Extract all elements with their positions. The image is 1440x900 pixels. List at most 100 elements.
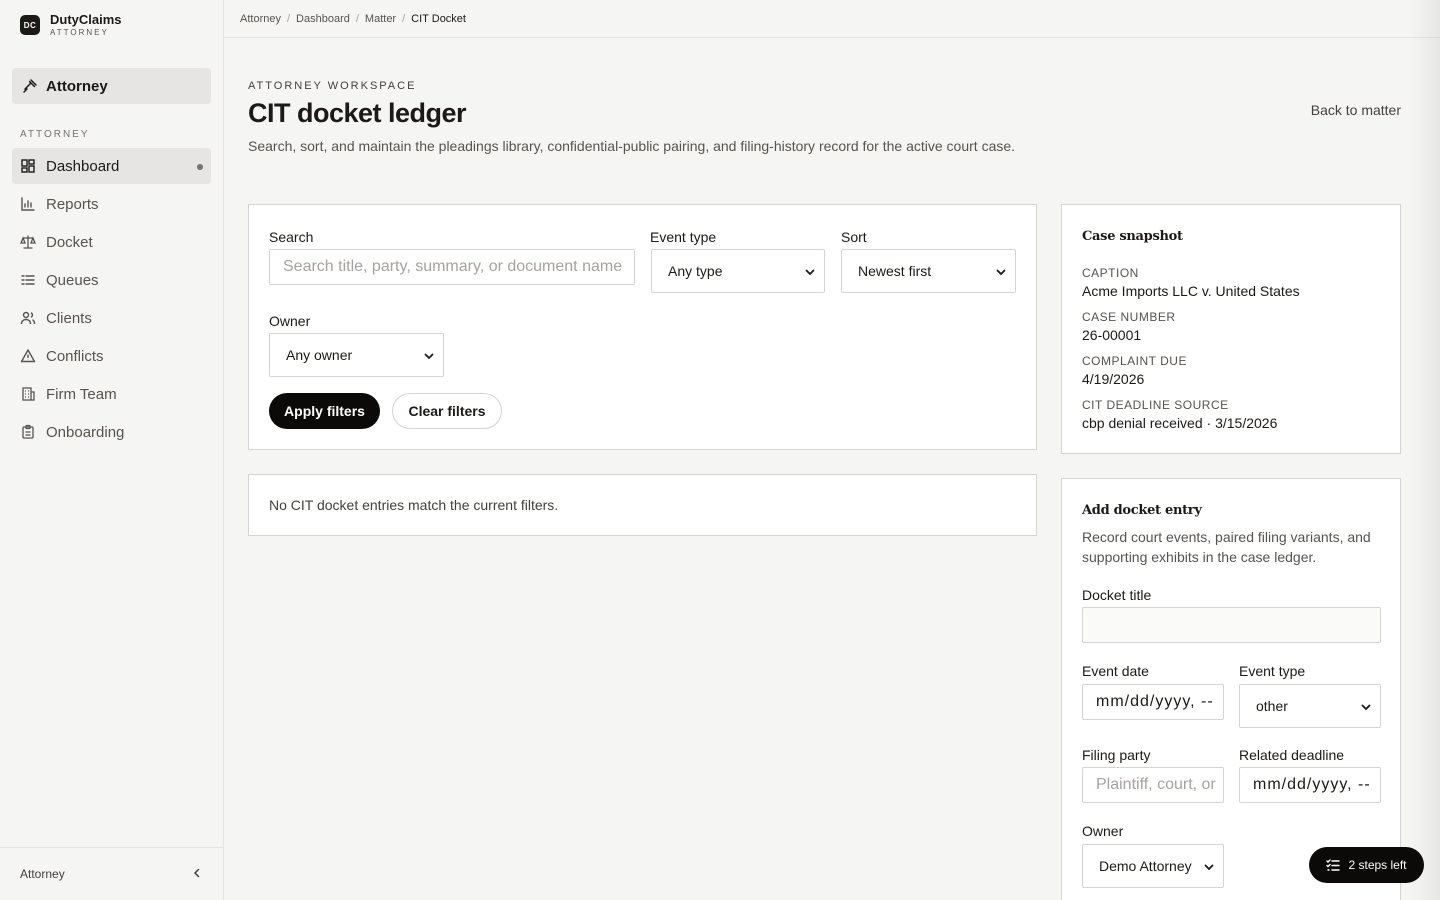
breadcrumb-separator: /	[402, 12, 406, 25]
complaint-due-key: COMPLAINT DUE	[1082, 354, 1187, 368]
role-switcher-label: Attorney	[46, 77, 108, 95]
event-type-filter-select[interactable]: Any type	[651, 249, 825, 293]
breadcrumb: Attorney / Dashboard / Matter / CIT Dock…	[224, 0, 1440, 38]
caption-key: CAPTION	[1082, 266, 1139, 280]
owner-filter-select[interactable]: Any owner	[269, 333, 444, 377]
sidebar-item-label: Clients	[46, 309, 92, 327]
page-title: CIT docket ledger	[248, 98, 467, 128]
sidebar: DC DutyClaims ATTORNEY Attorney ATTORNEY…	[0, 0, 224, 900]
add-docket-entry-description: Record court events, paired filing varia…	[1082, 529, 1371, 565]
users-icon	[20, 310, 36, 326]
sidebar-item-firm-team[interactable]: Firm Team	[12, 376, 211, 412]
case-snapshot-card: Case snapshot CAPTION Acme Imports LLC v…	[1061, 204, 1401, 454]
sidebar-nav: Dashboard Reports Docket Queues Clients …	[12, 148, 211, 452]
owner-filter-label: Owner	[269, 313, 311, 329]
sidebar-item-conflicts[interactable]: Conflicts	[12, 338, 211, 374]
onboarding-steps-pill[interactable]: 2 steps left	[1309, 847, 1424, 883]
active-indicator-dot	[197, 164, 203, 170]
breadcrumb-separator: /	[355, 12, 359, 25]
warning-icon	[20, 348, 36, 364]
related-deadline-input[interactable]: mm/dd/yyyy, --	[1239, 767, 1381, 803]
sidebar-item-label: Queues	[46, 271, 99, 289]
caption-value: Acme Imports LLC v. United States	[1082, 283, 1300, 299]
filing-party-input[interactable]: Plaintiff, court, or	[1082, 767, 1224, 803]
event-date-label: Event date	[1082, 663, 1149, 679]
list-icon	[20, 272, 36, 288]
sidebar-item-onboarding[interactable]: Onboarding	[12, 414, 211, 450]
owner-label: Owner	[1082, 823, 1124, 839]
sort-select[interactable]: Newest first	[841, 249, 1016, 293]
filters-card: Search Search title, party, summary, or …	[248, 204, 1037, 450]
sidebar-item-clients[interactable]: Clients	[12, 300, 211, 336]
sidebar-item-label: Onboarding	[46, 423, 125, 441]
sidebar-item-dashboard[interactable]: Dashboard	[12, 148, 211, 184]
chevron-down-icon	[995, 265, 1007, 277]
add-docket-entry-heading: Add docket entry	[1082, 503, 1202, 518]
sort-value: Newest first	[858, 263, 932, 279]
sidebar-item-docket[interactable]: Docket	[12, 224, 211, 260]
brand-logo: DC	[20, 15, 40, 35]
empty-state: No CIT docket entries match the current …	[248, 474, 1037, 536]
search-input[interactable]: Search title, party, summary, or documen…	[269, 249, 635, 285]
deadline-source-value: cbp denial received · 3/15/2026	[1082, 415, 1278, 431]
sidebar-item-label: Firm Team	[46, 385, 117, 403]
brand[interactable]: DC DutyClaims ATTORNEY	[20, 12, 122, 38]
sidebar-item-label: Reports	[46, 195, 99, 213]
deadline-source-key: CIT DEADLINE SOURCE	[1082, 398, 1229, 412]
scroll-shadow	[1410, 0, 1440, 900]
event-type-label: Event type	[1239, 663, 1306, 679]
event-type-filter-value: Any type	[668, 263, 723, 279]
clipboard-icon	[20, 424, 36, 440]
event-date-input[interactable]: mm/dd/yyyy, --	[1082, 684, 1224, 720]
add-docket-entry-card: Add docket entry Record court events, pa…	[1061, 478, 1401, 900]
owner-value: Demo Attorney	[1099, 858, 1192, 874]
clear-filters-button[interactable]: Clear filters	[392, 393, 502, 429]
breadcrumb-item-matter[interactable]: Matter	[365, 13, 396, 25]
sidebar-item-label: Conflicts	[46, 347, 104, 365]
sidebar-item-label: Docket	[46, 233, 93, 251]
chevron-down-icon	[804, 265, 816, 277]
page-eyebrow: ATTORNEY WORKSPACE	[248, 80, 417, 92]
event-type-value: other	[1256, 698, 1288, 714]
event-type-filter-label: Event type	[650, 229, 717, 245]
sidebar-item-label: Dashboard	[46, 157, 120, 175]
owner-select[interactable]: Demo Attorney	[1082, 844, 1224, 888]
docket-title-input[interactable]	[1082, 607, 1381, 643]
role-switcher[interactable]: Attorney	[12, 68, 211, 104]
apply-filters-button[interactable]: Apply filters	[269, 393, 380, 429]
page-description: Search, sort, and maintain the pleadings…	[248, 138, 1016, 154]
docket-title-label: Docket title	[1082, 587, 1152, 603]
complaint-due-value: 4/19/2026	[1082, 371, 1145, 387]
breadcrumb-separator: /	[286, 12, 291, 25]
bar-chart-icon	[20, 196, 36, 212]
chevron-down-icon	[1360, 700, 1372, 712]
brand-subtitle: ATTORNEY	[50, 28, 109, 37]
case-number-key: CASE NUMBER	[1082, 310, 1176, 324]
sidebar-footer: Attorney	[0, 847, 223, 900]
case-number-value: 26-00001	[1082, 327, 1142, 343]
breadcrumb-item-dashboard[interactable]: Dashboard	[296, 13, 350, 25]
sidebar-item-queues[interactable]: Queues	[12, 262, 211, 298]
owner-filter-value: Any owner	[286, 347, 353, 363]
related-deadline-label: Related deadline	[1239, 747, 1345, 763]
gavel-icon	[22, 78, 38, 94]
breadcrumb-item-current: CIT Docket	[411, 12, 466, 25]
checklist-icon	[1326, 858, 1341, 872]
scale-icon	[20, 234, 36, 250]
case-snapshot-heading: Case snapshot	[1082, 229, 1183, 244]
brand-name: DutyClaims	[50, 12, 122, 27]
steps-pill-label: 2 steps left	[1348, 858, 1407, 872]
chevron-down-icon	[423, 349, 435, 361]
filing-party-label: Filing party	[1082, 747, 1151, 763]
breadcrumb-item-attorney[interactable]: Attorney	[240, 13, 281, 25]
back-to-matter-link[interactable]: Back to matter	[1311, 102, 1401, 118]
building-icon	[20, 386, 36, 402]
sidebar-footer-label: Attorney	[20, 867, 65, 881]
sidebar-item-reports[interactable]: Reports	[12, 186, 211, 222]
search-label: Search	[269, 229, 314, 245]
chevron-down-icon	[1203, 860, 1215, 872]
sort-label: Sort	[841, 229, 867, 245]
event-type-select[interactable]: other	[1239, 684, 1381, 728]
collapse-sidebar-icon[interactable]	[191, 867, 203, 882]
sidebar-section-label: ATTORNEY	[20, 129, 90, 140]
